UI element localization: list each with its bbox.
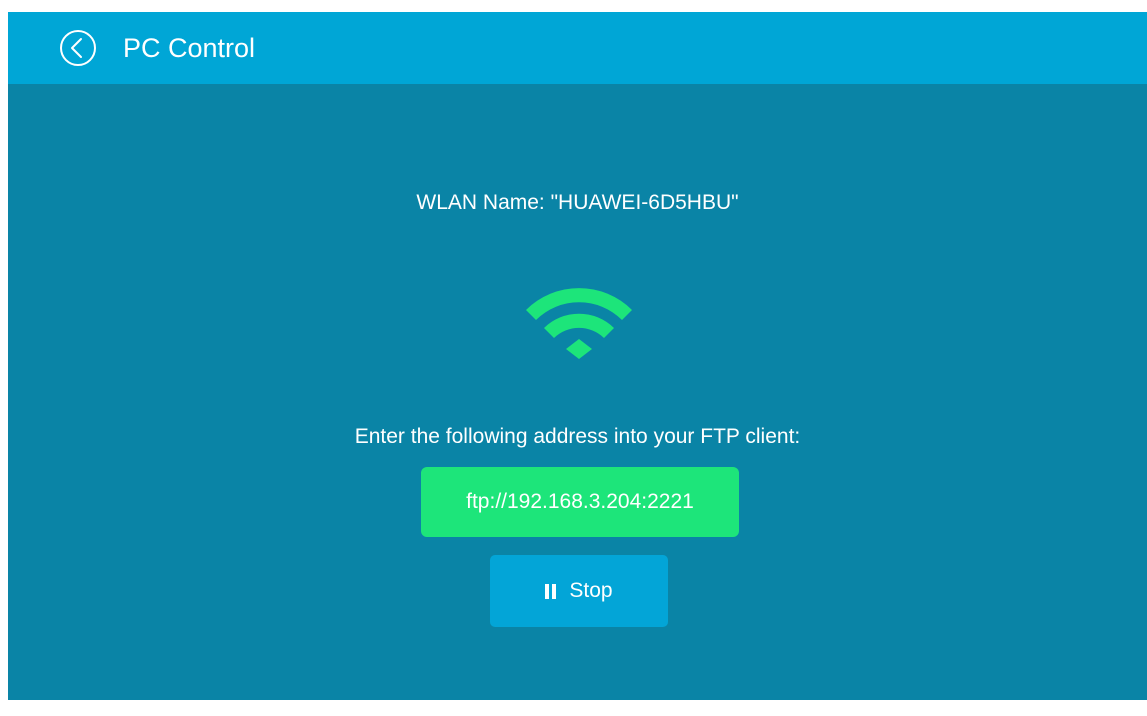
page-title: PC Control xyxy=(123,33,256,63)
back-button[interactable] xyxy=(58,28,98,68)
pause-icon xyxy=(545,583,559,599)
ftp-address-text: ftp://192.168.3.204:2221 xyxy=(466,490,694,513)
wifi-icon xyxy=(526,280,632,360)
ftp-instruction-text: Enter the following address into your FT… xyxy=(354,425,801,448)
back-arrow-circle-icon xyxy=(60,30,96,66)
stop-button[interactable]: Stop xyxy=(490,555,668,627)
app-window: PC Control WLAN Name: "HUAWEI-6D5HBU" En… xyxy=(8,12,1147,700)
ftp-address-box: ftp://192.168.3.204:2221 xyxy=(421,467,739,537)
title-bar: PC Control xyxy=(8,12,1147,84)
wlan-name-text: WLAN Name: "HUAWEI-6D5HBU" xyxy=(416,191,739,214)
stop-button-label: Stop xyxy=(569,579,613,602)
